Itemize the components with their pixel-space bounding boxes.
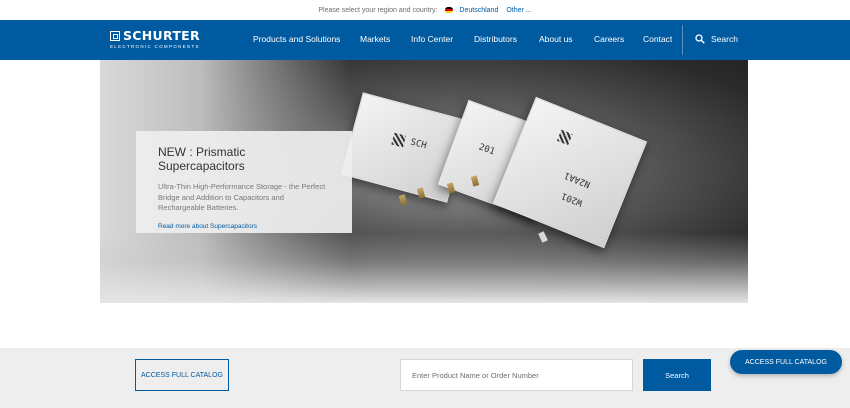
cap-label-2: 201 bbox=[477, 142, 496, 158]
terminal-lead bbox=[398, 194, 408, 206]
region-link-other[interactable]: Other ... bbox=[506, 7, 531, 14]
catalog-search-panel: ACCESS FULL CATALOG Search bbox=[0, 348, 850, 408]
region-prompt: Please select your region and country: bbox=[318, 6, 438, 14]
qr-code-image bbox=[556, 129, 573, 146]
cap-label-4: W201 bbox=[560, 190, 585, 208]
nav-item-products-and-solutions[interactable]: Products and Solutions bbox=[253, 34, 340, 44]
hero-promo-card: NEW : Prismatic Supercapacitors Ultra-Th… bbox=[136, 131, 352, 233]
promo-description: Ultra-Thin High-Performance Storage - th… bbox=[158, 182, 326, 212]
nav-item-distributors[interactable]: Distributors bbox=[474, 34, 517, 44]
main-navigation: SCHURTER ELECTRONIC COMPONENTS Products … bbox=[0, 20, 850, 60]
access-catalog-button[interactable]: ACCESS FULL CATALOG bbox=[135, 359, 229, 391]
nav-item-markets[interactable]: Markets bbox=[360, 34, 390, 44]
germany-flag-icon bbox=[445, 7, 454, 13]
nav-item-about-us[interactable]: About us bbox=[539, 34, 573, 44]
search-icon bbox=[695, 34, 705, 44]
nav-divider bbox=[682, 25, 683, 55]
region-bar: Please select your region and country: D… bbox=[0, 0, 850, 20]
product-search-input[interactable] bbox=[400, 359, 633, 391]
nav-search-label: Search bbox=[711, 34, 738, 44]
nav-item-info-center[interactable]: Info Center bbox=[411, 34, 453, 44]
nav-item-contact[interactable]: Contact bbox=[643, 34, 672, 44]
qr-code-image bbox=[391, 132, 407, 148]
hero-background-reflection bbox=[100, 233, 748, 303]
schurter-logo-icon bbox=[110, 31, 120, 41]
schurter-logo[interactable]: SCHURTER ELECTRONIC COMPONENTS bbox=[110, 29, 210, 51]
brand-name: SCHURTER bbox=[123, 28, 200, 43]
nav-search-button[interactable]: Search bbox=[695, 34, 738, 44]
product-search-button[interactable]: Search bbox=[643, 359, 711, 391]
region-link-deutschland[interactable]: Deutschland bbox=[459, 7, 498, 14]
nav-item-careers[interactable]: Careers bbox=[594, 34, 624, 44]
brand-tagline: ELECTRONIC COMPONENTS bbox=[110, 44, 200, 49]
cap-label-3: N2AA1 bbox=[563, 169, 592, 190]
promo-title: NEW : Prismatic Supercapacitors bbox=[158, 145, 246, 173]
floating-access-catalog-button[interactable]: ACCESS FULL CATALOG bbox=[730, 350, 842, 374]
cap-label-1: SCH bbox=[409, 137, 428, 152]
promo-read-more-link[interactable]: Read more about Supercapacitors bbox=[158, 223, 330, 230]
